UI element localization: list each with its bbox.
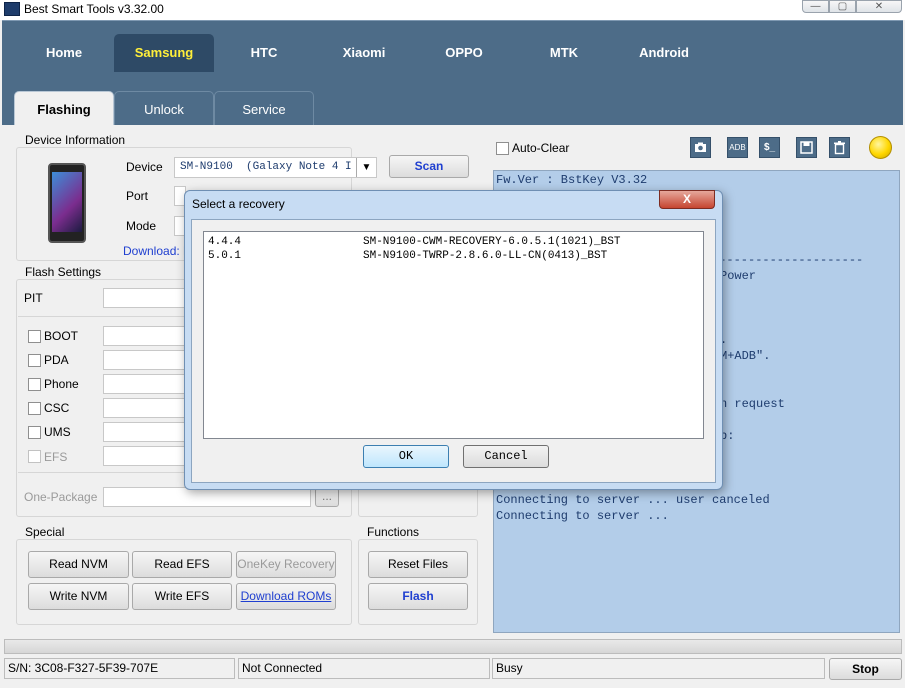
save-icon[interactable] — [796, 137, 817, 158]
csc-label: CSC — [44, 401, 70, 415]
reset-files-button[interactable]: Reset Files — [368, 551, 468, 578]
tab-htc[interactable]: HTC — [214, 34, 314, 72]
pit-field[interactable] — [103, 288, 185, 308]
efs-field — [103, 446, 185, 466]
download-mode-link[interactable]: Download: P — [123, 244, 191, 258]
recovery-name[interactable]: SM-N9100-TWRP-2.8.6.0-LL-CN(0413)_BST — [363, 250, 607, 264]
phone-screen-image — [52, 172, 82, 232]
stop-button[interactable]: Stop — [829, 658, 902, 680]
tab-service[interactable]: Service — [214, 91, 314, 125]
functions-legend: Functions — [364, 525, 423, 539]
device-label: Device — [126, 160, 163, 174]
boot-field[interactable] — [103, 326, 185, 346]
dialog-title: Select a recovery — [192, 197, 285, 211]
adb-icon[interactable]: ADB — [727, 137, 748, 158]
ok-button[interactable]: OK — [363, 445, 449, 468]
cancel-button[interactable]: Cancel — [463, 445, 549, 468]
minimize-button[interactable]: — — [802, 0, 829, 13]
maximize-button[interactable]: ▢ — [829, 0, 856, 13]
one-package-field[interactable] — [103, 487, 311, 507]
boot-checkbox[interactable] — [28, 330, 41, 343]
tab-flashing[interactable]: Flashing — [14, 91, 114, 125]
tab-oppo[interactable]: OPPO — [414, 34, 514, 72]
log-line: Connecting to server ... user canceled — [496, 493, 770, 507]
tab-unlock[interactable]: Unlock — [114, 91, 214, 125]
status-indicator-icon — [869, 136, 892, 159]
recovery-version[interactable]: 4.4.4 — [208, 236, 241, 250]
special-legend: Special — [22, 525, 68, 539]
efs-label: EFS — [44, 450, 68, 464]
pda-field[interactable] — [103, 350, 185, 370]
download-roms-link[interactable]: Download ROMs — [236, 583, 336, 610]
serial-number: S/N: 3C08-F327-5F39-707E — [4, 658, 235, 679]
log-line: Fw.Ver : BstKey V3.32 — [496, 173, 648, 187]
shell-icon[interactable]: $_ — [759, 137, 780, 158]
browse-button[interactable]: ... — [315, 488, 339, 507]
device-info-legend: Device Information — [22, 133, 129, 147]
log-line: Connecting to server ... — [496, 509, 669, 523]
tab-home[interactable]: Home — [14, 34, 114, 72]
log-line: --------------------- — [712, 253, 864, 267]
phone-checkbox[interactable] — [28, 378, 41, 391]
recovery-name[interactable]: SM-N9100-CWM-RECOVERY-6.0.5.1(1021)_BST — [363, 236, 620, 250]
tab-mtk[interactable]: MTK — [514, 34, 614, 72]
app-icon — [4, 2, 20, 16]
efs-checkbox — [28, 450, 41, 463]
phone-field[interactable] — [103, 374, 185, 394]
tab-android[interactable]: Android — [614, 34, 714, 72]
mode-label: Mode — [126, 219, 157, 233]
tab-samsung[interactable]: Samsung — [114, 34, 214, 72]
busy-status: Busy — [492, 658, 825, 679]
read-nvm-button[interactable]: Read NVM — [28, 551, 129, 578]
log-line: Power — [720, 269, 757, 283]
pda-label: PDA — [44, 353, 69, 367]
chevron-down-icon[interactable]: ▼ — [356, 158, 376, 177]
write-nvm-button[interactable]: Write NVM — [28, 583, 129, 610]
write-efs-button[interactable]: Write EFS — [132, 583, 232, 610]
ums-checkbox[interactable] — [28, 426, 41, 439]
port-label: Port — [126, 189, 149, 203]
pda-checkbox[interactable] — [28, 354, 41, 367]
progress-bar — [4, 639, 902, 654]
flash-button[interactable]: Flash — [368, 583, 468, 610]
trash-icon[interactable] — [829, 137, 850, 158]
ums-field[interactable] — [103, 422, 185, 442]
window-title: Best Smart Tools v3.32.00 — [24, 2, 164, 16]
scan-button[interactable]: Scan — [389, 155, 469, 178]
one-package-label: One-Package — [24, 490, 98, 504]
csc-checkbox[interactable] — [28, 402, 41, 415]
boot-label: BOOT — [44, 329, 79, 343]
recovery-version[interactable]: 5.0.1 — [208, 250, 241, 264]
log-line: M+ADB". — [720, 349, 771, 363]
onekey-recovery-button: OneKey Recovery — [236, 551, 336, 578]
pit-label: PIT — [24, 291, 43, 305]
csc-field[interactable] — [103, 398, 185, 418]
auto-clear-label: Auto-Clear — [512, 141, 570, 155]
auto-clear-checkbox[interactable] — [496, 142, 509, 155]
log-line: n request — [720, 397, 785, 411]
ums-label: UMS — [44, 425, 71, 439]
read-efs-button[interactable]: Read EFS — [132, 551, 232, 578]
connection-status: Not Connected — [238, 658, 490, 679]
close-window-button[interactable]: ✕ — [856, 0, 902, 13]
dialog-close-button[interactable]: X — [659, 190, 715, 209]
phone-label: Phone — [44, 377, 79, 391]
tab-xiaomi[interactable]: Xiaomi — [314, 34, 414, 72]
recovery-list[interactable]: 4.4.4 SM-N9100-CWM-RECOVERY-6.0.5.1(1021… — [203, 231, 704, 439]
device-select[interactable]: SM-N9100 (Galaxy Note 4 I — [174, 157, 377, 178]
flash-settings-legend: Flash Settings — [22, 265, 105, 279]
camera-icon[interactable] — [690, 137, 711, 158]
